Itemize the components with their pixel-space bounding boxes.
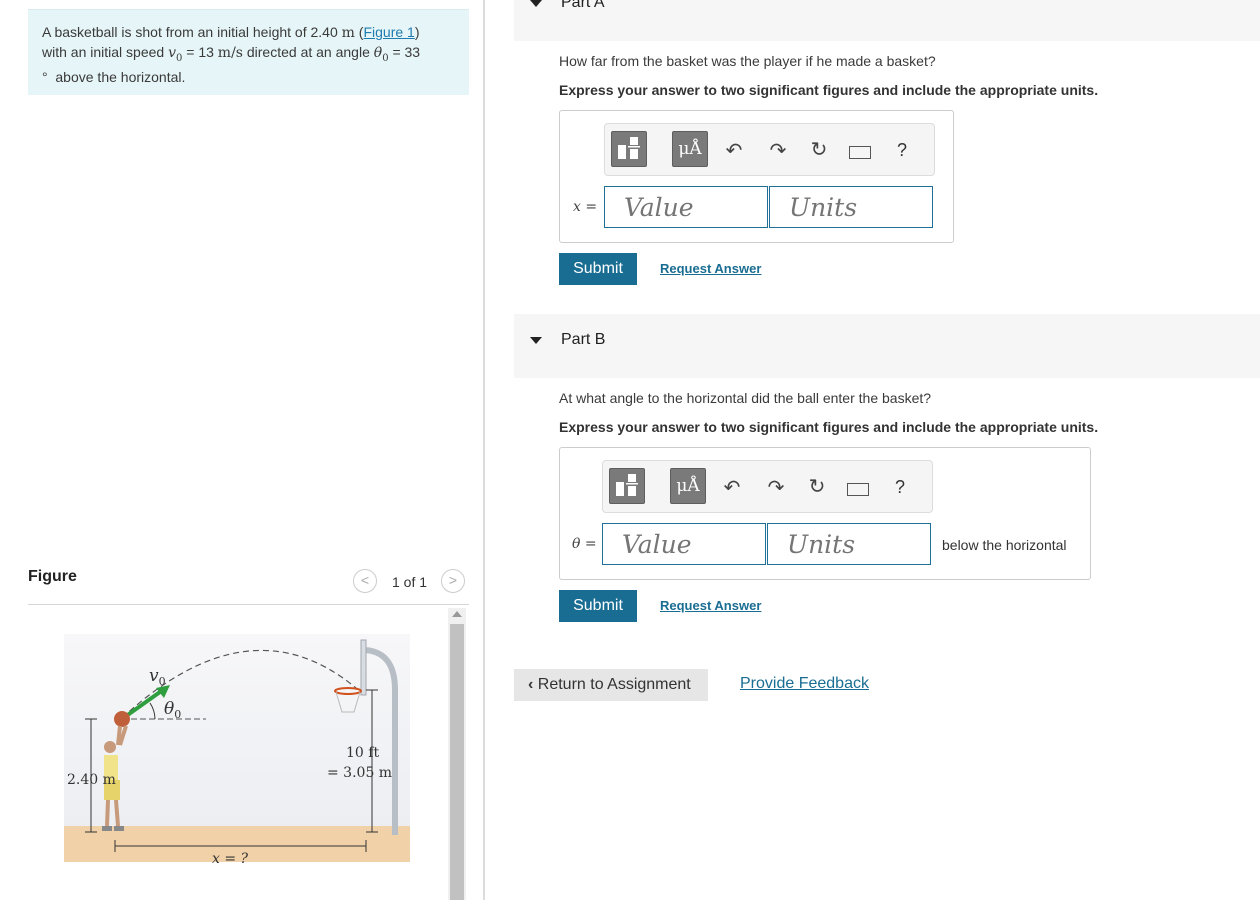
part-a-variable-label: x =	[573, 199, 598, 215]
keyboard-icon[interactable]	[847, 483, 869, 496]
reset-icon[interactable]: ↻	[804, 474, 830, 499]
part-a-template-button[interactable]	[611, 131, 647, 167]
label-x: x = ?	[212, 851, 249, 867]
chevron-left-icon: ‹	[528, 676, 534, 693]
part-b-variable-label: θ =	[572, 536, 597, 552]
figure-scrollbar-thumb[interactable]	[450, 624, 464, 900]
part-a-request-answer-link[interactable]: Request Answer	[660, 261, 761, 276]
collapse-triangle-icon[interactable]	[530, 0, 542, 7]
part-a-value-input[interactable]	[604, 186, 768, 228]
collapse-triangle-icon[interactable]	[530, 337, 542, 344]
figure-prev-button[interactable]: <	[353, 569, 377, 593]
part-b-template-button[interactable]	[609, 468, 645, 504]
redo-icon[interactable]: ↷	[765, 138, 791, 163]
part-a-submit-button[interactable]: Submit	[559, 253, 637, 285]
part-a-title: Part A	[561, 0, 605, 11]
part-a-header[interactable]	[514, 0, 1260, 41]
return-to-assignment-button[interactable]: ‹ Return to Assignment	[514, 669, 708, 701]
part-b-units-button[interactable]: μÅ	[670, 468, 706, 504]
figure-title: Figure	[28, 568, 77, 585]
part-b-submit-button[interactable]: Submit	[559, 590, 637, 622]
part-b-suffix-label: below the horizontal	[942, 537, 1067, 553]
label-height: 2.40 m	[67, 772, 116, 788]
part-a-units-input[interactable]	[769, 186, 933, 228]
keyboard-icon[interactable]	[849, 146, 871, 159]
part-a-question: How far from the basket was the player i…	[559, 53, 936, 69]
scroll-up-arrow-icon[interactable]	[452, 611, 462, 617]
part-a-units-button[interactable]: μÅ	[672, 131, 708, 167]
part-b-value-input[interactable]	[602, 523, 766, 565]
template-icon	[618, 137, 640, 159]
undo-icon[interactable]: ↶	[719, 475, 745, 500]
part-b-instruction: Express your answer to two significant f…	[559, 419, 1099, 435]
part-b-header[interactable]	[514, 314, 1260, 378]
part-b-request-answer-link[interactable]: Request Answer	[660, 598, 761, 613]
part-b-question: At what angle to the horizontal did the …	[559, 390, 932, 406]
basketball-figure: v0 θ0 2.40 m 10 ft = 3.05 m x = ?	[64, 634, 410, 867]
part-a-help-icon[interactable]: ?	[897, 140, 907, 161]
part-b-units-input[interactable]	[767, 523, 931, 565]
redo-icon[interactable]: ↷	[763, 475, 789, 500]
label-hoop-ft: 10 ft	[346, 745, 379, 761]
figure-next-button[interactable]: >	[441, 569, 465, 593]
basketball	[114, 711, 130, 727]
problem-statement: A basketball is shot from an initial hei…	[42, 24, 421, 85]
part-b-title: Part B	[561, 331, 606, 348]
figure-pager-label: 1 of 1	[392, 574, 428, 590]
template-icon	[616, 474, 638, 496]
figure-1-link[interactable]: Figure 1	[363, 24, 414, 40]
label-hoop-m: = 3.05 m	[327, 765, 392, 781]
part-a-instruction: Express your answer to two significant f…	[559, 82, 1099, 98]
reset-icon[interactable]: ↻	[806, 137, 832, 162]
panel-divider	[483, 0, 485, 900]
figure-divider	[28, 604, 469, 605]
part-b-help-icon[interactable]: ?	[895, 477, 905, 498]
provide-feedback-link[interactable]: Provide Feedback	[740, 675, 869, 693]
undo-icon[interactable]: ↶	[721, 138, 747, 163]
backboard	[360, 639, 367, 696]
